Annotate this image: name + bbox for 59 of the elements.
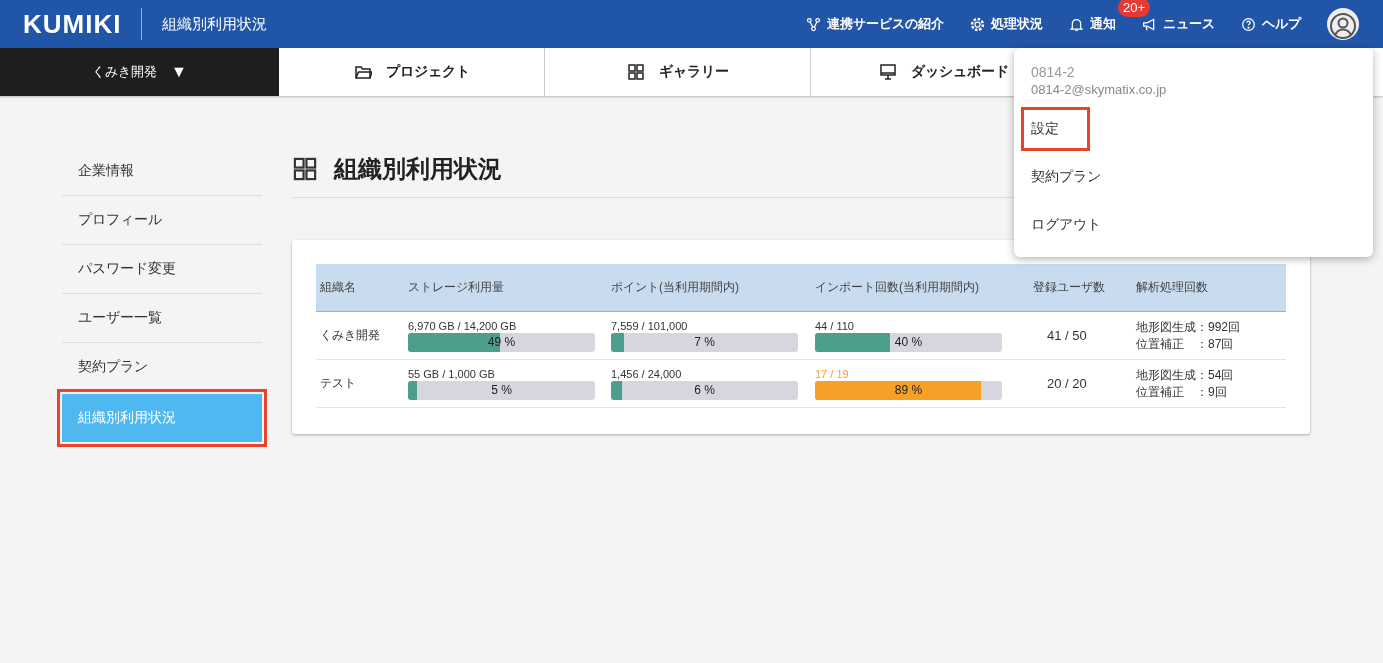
analysis-label: 地形図生成 bbox=[1136, 318, 1196, 336]
sidebar-item[interactable]: プロフィール bbox=[62, 196, 262, 245]
analysis-count: ：87回 bbox=[1196, 335, 1234, 353]
usage-amount: 7,559 / 101,000 bbox=[611, 319, 689, 333]
progress-percent: 40 % bbox=[893, 334, 924, 351]
header-link[interactable]: 連携サービスの紹介 bbox=[806, 15, 944, 33]
page-title: 組織別利用状況 bbox=[161, 14, 268, 34]
column-header: 解析処理回数 bbox=[1132, 264, 1286, 312]
nav-tab[interactable]: プロジェクト bbox=[279, 48, 545, 96]
menu-item[interactable]: 契約プラン bbox=[1031, 153, 1373, 201]
heading: 組織別利用状況 bbox=[334, 154, 502, 184]
progress-percent: 6 % bbox=[693, 382, 716, 399]
header-link[interactable]: ヘルプ bbox=[1241, 15, 1301, 33]
nodes-icon bbox=[806, 16, 821, 32]
header-link[interactable]: ニュース bbox=[1142, 15, 1215, 33]
table-cell: くみき開発 bbox=[316, 312, 404, 360]
analysis-label: 位置補正 bbox=[1136, 335, 1185, 353]
analysis-label: 位置補正 bbox=[1136, 383, 1185, 401]
sidebar-item[interactable]: 企業情報 bbox=[62, 147, 262, 196]
monitor-icon bbox=[878, 63, 897, 81]
megaphone-icon bbox=[1142, 16, 1157, 32]
grid-icon bbox=[626, 63, 645, 81]
menu-item[interactable]: 設定 bbox=[1024, 110, 1087, 148]
help-icon bbox=[1241, 16, 1256, 32]
usage-amount: 1,456 / 24,000 bbox=[611, 367, 683, 381]
column-header: ポイント(当利用期間内) bbox=[607, 264, 811, 312]
usage-amount: 17 / 19 bbox=[815, 367, 850, 381]
progress-percent: 7 % bbox=[693, 334, 716, 351]
grid-icon bbox=[292, 156, 318, 182]
analysis-count: ：54回 bbox=[1196, 366, 1234, 384]
progress-percent: 5 % bbox=[490, 382, 513, 399]
usage-amount: 44 / 110 bbox=[815, 319, 855, 333]
column-header: 組織名 bbox=[316, 264, 404, 312]
sidebar-item[interactable]: パスワード変更 bbox=[62, 245, 262, 294]
bell-icon bbox=[1069, 16, 1084, 32]
user-count: 20 / 20 bbox=[1046, 376, 1088, 391]
column-header: 登録ユーザ数 bbox=[1029, 264, 1132, 312]
column-header: ストレージ利用量 bbox=[404, 264, 607, 312]
analysis-label: 地形図生成 bbox=[1136, 366, 1196, 384]
analysis-count: ：9回 bbox=[1196, 383, 1227, 401]
header-link[interactable]: 通知 bbox=[1069, 15, 1116, 33]
user-name: 0814-2 bbox=[1030, 64, 1076, 80]
folder-icon bbox=[353, 63, 372, 81]
gear-icon bbox=[970, 16, 985, 32]
notification-badge: 20+ bbox=[1117, 0, 1150, 17]
progress-percent: 89 % bbox=[893, 382, 924, 399]
table-cell: テスト bbox=[316, 360, 404, 408]
nav-tab[interactable]: ギャラリー bbox=[545, 48, 811, 96]
avatar-icon[interactable] bbox=[1327, 8, 1359, 40]
header-link[interactable]: 処理状況 bbox=[970, 15, 1043, 33]
sidebar-item[interactable]: ユーザー一覧 bbox=[62, 294, 262, 343]
usage-amount: 55 GB / 1,000 GB bbox=[408, 367, 496, 381]
column-header: インポート回数(当利用期間内) bbox=[811, 264, 1029, 312]
organization-dropdown[interactable]: くみき開発 ▼ bbox=[0, 48, 279, 96]
logo: KUMIKI bbox=[0, 8, 143, 40]
menu-item[interactable]: ログアウト bbox=[1031, 201, 1373, 249]
usage-amount: 6,970 GB / 14,200 GB bbox=[408, 319, 518, 333]
user-count: 41 / 50 bbox=[1046, 328, 1088, 343]
analysis-count: ：992回 bbox=[1196, 318, 1241, 336]
